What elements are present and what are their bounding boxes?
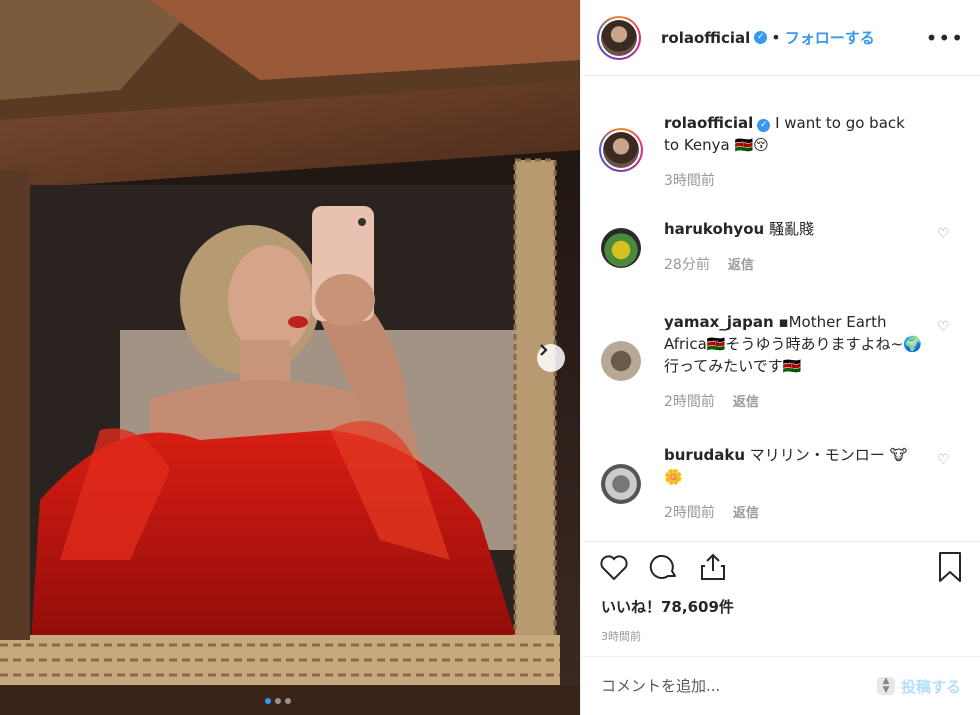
header-username[interactable]: rolaofficial: [661, 29, 750, 47]
verified-badge-icon: ✓: [754, 31, 768, 44]
save-button[interactable]: [937, 551, 963, 583]
follow-button[interactable]: フォローする: [785, 27, 875, 48]
bookmark-icon: [939, 551, 961, 582]
avatar[interactable]: [599, 128, 643, 172]
comment-button[interactable]: [649, 552, 679, 582]
comment-like-icon[interactable]: ♡: [937, 226, 950, 242]
share-icon: [701, 553, 725, 580]
comment-time: 2時間前: [664, 505, 715, 521]
comment-time: 28分前: [664, 257, 710, 273]
comments-list: rolaofficial ✓ I want to go back to Kenya…: [581, 80, 980, 538]
avatar[interactable]: [601, 341, 641, 381]
post-button[interactable]: 投稿する: [901, 676, 961, 697]
next-arrow-icon: [540, 344, 548, 356]
comment-input[interactable]: [601, 677, 877, 695]
like-button[interactable]: [599, 553, 629, 581]
post-time[interactable]: 3時間前: [601, 628, 641, 644]
more-options-button[interactable]: •••: [926, 26, 964, 50]
add-comment-bar: ▲▼ 投稿する: [581, 656, 980, 715]
photo-illustration: [0, 0, 580, 715]
avatar[interactable]: [601, 228, 641, 268]
comment-like-icon[interactable]: ♡: [937, 319, 950, 335]
share-button[interactable]: [699, 552, 727, 582]
separator: •: [771, 28, 781, 47]
post-photo: [0, 0, 580, 715]
comment-icon: [649, 554, 676, 579]
likes-count[interactable]: いいね！78,609件: [601, 596, 734, 617]
post-header: rolaofficial ✓ • フォローする •••: [581, 0, 980, 76]
comment-username[interactable]: yamax_japan: [664, 313, 774, 331]
carousel-dot[interactable]: [275, 698, 281, 704]
avatar[interactable]: [597, 15, 641, 60]
post-side-panel: rolaofficial ✓ • フォローする ••• rolaofficial…: [580, 0, 980, 715]
caption-username[interactable]: rolaofficial: [664, 114, 753, 132]
emoji-toggle-icon[interactable]: ▲ ▼: [876, 677, 895, 695]
carousel-dots: [265, 698, 291, 704]
carousel-dot[interactable]: [265, 698, 271, 704]
caption-time: 3時間前: [664, 173, 715, 189]
next-photo-button[interactable]: [537, 344, 565, 372]
comment-username[interactable]: burudaku: [664, 446, 745, 464]
avatar[interactable]: [601, 464, 641, 504]
carousel-dot[interactable]: [285, 698, 291, 704]
comment-time: 2時間前: [664, 394, 715, 410]
verified-badge-icon: ✓: [757, 119, 771, 132]
action-bar: [581, 541, 980, 591]
heart-icon: [600, 554, 628, 580]
comment-like-icon[interactable]: ♡: [937, 452, 950, 468]
comment-username[interactable]: harukohyou: [664, 220, 764, 238]
instagram-post-modal: rolaofficial ✓ • フォローする ••• rolaofficial…: [0, 0, 980, 715]
reply-button[interactable]: 返信: [728, 258, 754, 273]
reply-button[interactable]: 返信: [733, 506, 759, 521]
reply-button[interactable]: 返信: [733, 395, 759, 410]
comment-text: 騒亂賤: [768, 220, 814, 238]
